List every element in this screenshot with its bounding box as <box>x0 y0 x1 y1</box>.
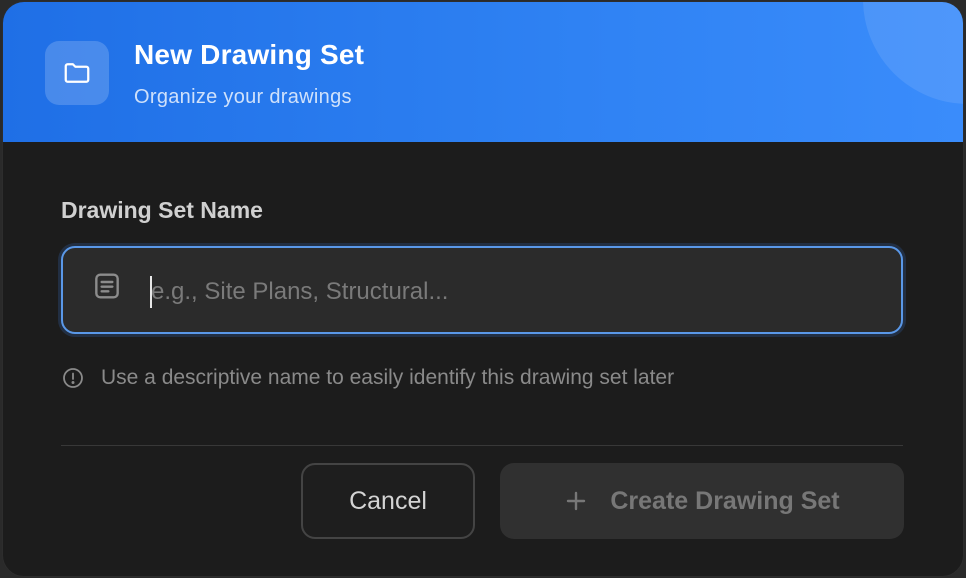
dialog-header: New Drawing Set Organize your drawings <box>3 2 963 142</box>
helper-text: Use a descriptive name to easily identif… <box>61 366 674 390</box>
info-icon <box>63 368 83 388</box>
cancel-button[interactable]: Cancel <box>301 463 475 539</box>
dialog-title: New Drawing Set <box>134 39 365 70</box>
helper-text-label: Use a descriptive name to easily identif… <box>101 366 675 389</box>
cancel-button-label: Cancel <box>349 486 427 515</box>
header-decorative-circle <box>863 2 963 104</box>
dialog-subtitle: Organize your drawings <box>134 86 352 108</box>
drawing-set-name-label: Drawing Set Name <box>61 197 263 223</box>
drawing-set-name-field[interactable] <box>61 246 903 334</box>
plus-icon <box>567 491 586 511</box>
create-drawing-set-button[interactable]: Create Drawing Set <box>500 463 904 539</box>
create-drawing-set-label: Create Drawing Set <box>610 486 840 515</box>
drawing-set-name-input[interactable] <box>149 270 853 314</box>
footer-divider <box>61 445 903 446</box>
folder-icon <box>64 63 90 83</box>
new-drawing-set-dialog: New Drawing Set Organize your drawings D… <box>2 1 964 577</box>
header-icon-container <box>45 41 109 105</box>
document-lines-icon <box>95 273 119 299</box>
